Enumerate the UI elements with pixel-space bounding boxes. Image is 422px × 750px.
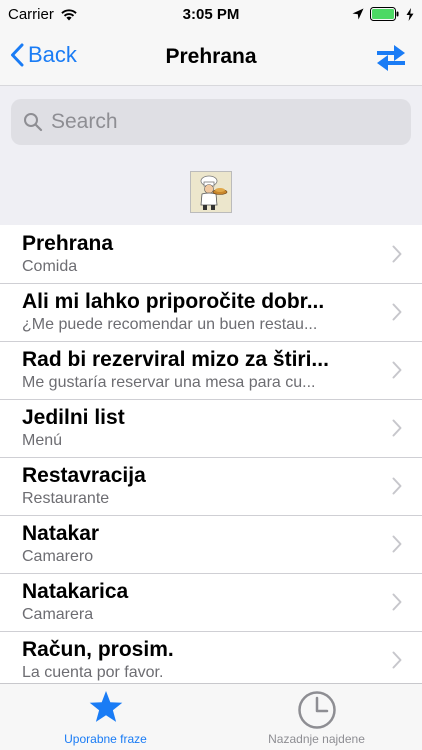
chevron-left-icon xyxy=(11,43,24,67)
list-item-title: Rad bi rezerviral mizo za štiri... xyxy=(22,348,329,371)
battery-icon xyxy=(370,7,399,21)
list-item-text: Ali mi lahko priporočite dobr... ¿Me pue… xyxy=(22,289,372,335)
list-item-title: Jedilni list xyxy=(22,406,125,429)
chevron-right-icon xyxy=(392,651,402,669)
list-item-text: Jedilni list Menú xyxy=(22,405,372,451)
list-item-title: Prehrana xyxy=(22,232,114,255)
list-item[interactable]: Rad bi rezerviral mizo za štiri... Me gu… xyxy=(0,342,422,400)
list-item-text: Prehrana Comida xyxy=(22,231,372,277)
list-item-text: Natakarica Camarera xyxy=(22,579,372,625)
list-item-title: Natakarica xyxy=(22,580,129,603)
list-item-title: Račun, prosim. xyxy=(22,638,174,661)
charging-bolt-icon xyxy=(406,7,414,21)
list-item[interactable]: Natakarica Camarera xyxy=(0,574,422,632)
list-item-text: Račun, prosim. La cuenta por favor. xyxy=(22,637,372,683)
list-item-title: Restavracija xyxy=(22,464,146,487)
chevron-right-icon xyxy=(392,477,402,495)
list-item-text: Natakar Camarero xyxy=(22,521,372,567)
list-item-title: Natakar xyxy=(22,522,100,545)
status-right-group xyxy=(352,7,414,21)
chevron-right-icon xyxy=(392,303,402,321)
status-bar: Carrier 3:05 PM xyxy=(0,0,422,30)
star-icon xyxy=(89,691,122,722)
list-item-subtitle: Restaurante xyxy=(22,490,110,507)
list-item[interactable]: Prehrana Comida xyxy=(0,226,422,284)
location-arrow-icon xyxy=(352,8,364,20)
tab-label: Nazadnje najdene xyxy=(268,732,365,746)
back-button[interactable]: Back xyxy=(10,42,77,68)
list-item-subtitle: La cuenta por favor. xyxy=(22,664,164,681)
list-item-subtitle: Me gustaría reservar una mesa para cu... xyxy=(22,374,316,391)
swap-language-button[interactable] xyxy=(374,40,408,74)
tab-recently-found[interactable]: Nazadnje najdene xyxy=(211,684,422,750)
list-item-subtitle: ¿Me puede recomendar un buen restau... xyxy=(22,316,318,333)
chevron-right-icon xyxy=(392,593,402,611)
tab-useful-phrases[interactable]: Uporabne fraze xyxy=(0,684,211,750)
chef-illustration-icon xyxy=(191,172,231,212)
list-item-title: Ali mi lahko priporočite dobr... xyxy=(22,290,325,313)
search-input[interactable] xyxy=(51,110,381,134)
navigation-bar: Back Prehrana xyxy=(0,30,422,85)
search-area xyxy=(0,85,422,225)
phrase-list: Prehrana Comida Ali mi lahko priporočite… xyxy=(0,226,422,690)
list-item[interactable]: Račun, prosim. La cuenta por favor. xyxy=(0,632,422,690)
chevron-right-icon xyxy=(392,361,402,379)
search-icon xyxy=(24,113,43,132)
list-item[interactable]: Jedilni list Menú xyxy=(0,400,422,458)
tab-bar: Uporabne fraze Nazadnje najdene xyxy=(0,683,422,750)
search-box[interactable] xyxy=(11,99,411,145)
list-item-text: Rad bi rezerviral mizo za štiri... Me gu… xyxy=(22,347,372,393)
back-button-label: Back xyxy=(28,42,77,67)
list-item[interactable]: Ali mi lahko priporočite dobr... ¿Me pue… xyxy=(0,284,422,342)
list-item[interactable]: Restavracija Restaurante xyxy=(0,458,422,516)
list-item[interactable]: Natakar Camarero xyxy=(0,516,422,574)
category-chef-image xyxy=(190,171,232,213)
clock-icon xyxy=(297,691,336,729)
list-item-subtitle: Camarera xyxy=(22,606,94,623)
chevron-right-icon xyxy=(392,535,402,553)
list-item-subtitle: Camarero xyxy=(22,548,94,565)
swap-arrows-icon xyxy=(377,45,405,71)
tab-label: Uporabne fraze xyxy=(64,732,147,746)
list-item-text: Restavracija Restaurante xyxy=(22,463,372,509)
chevron-right-icon xyxy=(392,245,402,263)
list-item-subtitle: Menú xyxy=(22,432,63,449)
list-item-subtitle: Comida xyxy=(22,258,78,275)
chevron-right-icon xyxy=(392,419,402,437)
